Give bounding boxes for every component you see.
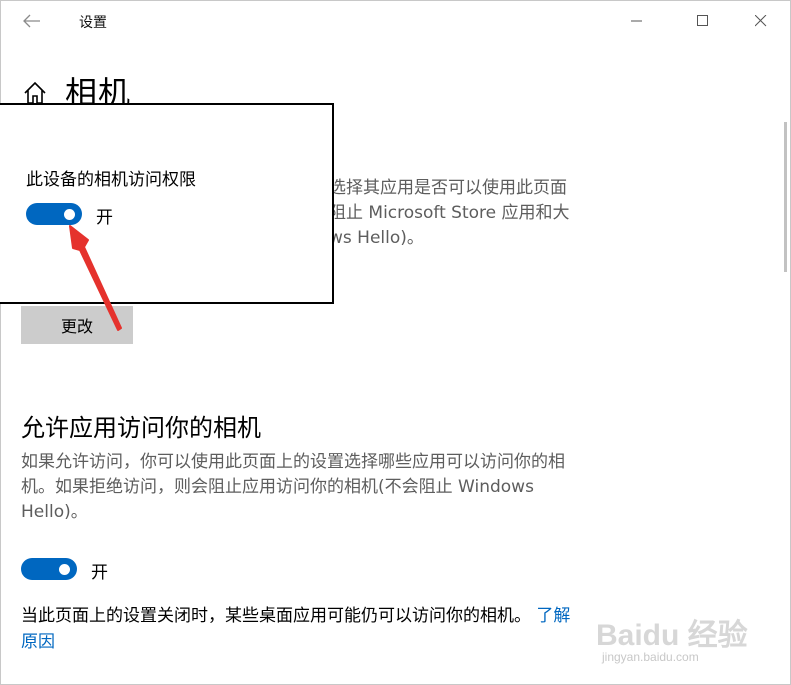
minimize-icon [631, 20, 642, 22]
minimize-button[interactable] [617, 6, 657, 36]
watermark-url: jingyan.baidu.com [602, 650, 699, 664]
app-access-heading: 允许应用访问你的相机 [21, 414, 261, 442]
toggle-switch[interactable] [21, 558, 77, 580]
watermark-logo: Baidu 经验 [596, 619, 748, 652]
toggle-knob [59, 564, 70, 575]
note-text: 当此页面上的设置关闭时，某些桌面应用可能仍可以访问你的相机。 [21, 606, 531, 626]
window-title: 设置 [79, 15, 107, 31]
app-camera-toggle-state: 开 [91, 563, 108, 583]
maximize-icon [697, 15, 708, 26]
device-camera-toggle[interactable] [26, 203, 82, 229]
desktop-apps-note: 当此页面上的设置关闭时，某些桌面应用可能仍可以访问你的相机。 了解原因 [21, 603, 581, 655]
camera-access-popup: 此设备的相机访问权限 开 [0, 103, 334, 304]
back-arrow-icon [23, 14, 40, 28]
app-access-description: 如果允许访问，你可以使用此页面上的设置选择哪些应用可以访问你的相机。如果拒绝访问… [21, 452, 565, 522]
close-button[interactable] [741, 6, 781, 36]
toggle-switch[interactable] [26, 203, 82, 225]
close-icon [755, 15, 767, 27]
scrollbar[interactable] [784, 122, 787, 272]
title-bar: 设置 [0, 0, 789, 42]
change-button[interactable]: 更改 [21, 306, 133, 344]
app-camera-toggle[interactable] [21, 558, 77, 584]
maximize-button[interactable] [683, 6, 723, 36]
toggle-knob [64, 209, 75, 220]
baidu-watermark: Baidu 经验 jingyan.baidu.com [590, 610, 780, 670]
camera-access-label: 此设备的相机访问权限 [26, 170, 196, 190]
device-camera-toggle-state: 开 [96, 208, 113, 228]
back-button[interactable] [18, 8, 46, 34]
